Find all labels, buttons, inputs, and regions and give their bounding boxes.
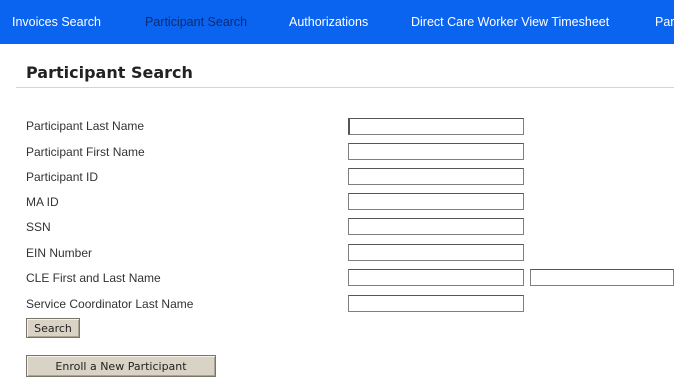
participant-first-name-label: Participant First Name bbox=[26, 145, 145, 159]
ein-number-label: EIN Number bbox=[26, 246, 93, 260]
nav-item-authorizations[interactable]: Authorizations bbox=[289, 14, 368, 30]
participant-id-label: Participant ID bbox=[26, 170, 99, 184]
enroll-new-participant-button[interactable]: Enroll a New Participant bbox=[26, 355, 216, 377]
participant-first-name-input[interactable] bbox=[348, 143, 524, 160]
page-title: Participant Search bbox=[26, 63, 193, 82]
nav-item-participant-overflow[interactable]: Par bbox=[655, 14, 674, 30]
ssn-input[interactable] bbox=[348, 218, 524, 235]
search-button[interactable]: Search bbox=[26, 318, 80, 338]
nav-item-direct-care-worker-view-timesheet[interactable]: Direct Care Worker View Timesheet bbox=[411, 14, 609, 30]
ssn-label: SSN bbox=[26, 220, 51, 234]
cle-last-name-input[interactable] bbox=[530, 269, 674, 286]
participant-id-input[interactable] bbox=[348, 168, 524, 185]
ein-number-input[interactable] bbox=[348, 244, 524, 261]
participant-last-name-input[interactable] bbox=[348, 118, 524, 135]
cle-first-name-input[interactable] bbox=[348, 269, 524, 286]
cle-name-label: CLE First and Last Name bbox=[26, 271, 161, 285]
service-coordinator-last-name-input[interactable] bbox=[348, 295, 524, 312]
service-coordinator-last-name-label: Service Coordinator Last Name bbox=[26, 297, 194, 311]
ma-id-input[interactable] bbox=[348, 193, 524, 210]
ma-id-label: MA ID bbox=[26, 195, 59, 209]
title-divider bbox=[16, 87, 674, 88]
top-navigation-bar: Invoices Search Participant Search Autho… bbox=[0, 0, 674, 44]
nav-item-participant-search[interactable]: Participant Search bbox=[145, 14, 247, 30]
participant-last-name-label: Participant Last Name bbox=[26, 119, 145, 133]
nav-item-invoices-search[interactable]: Invoices Search bbox=[12, 14, 101, 30]
